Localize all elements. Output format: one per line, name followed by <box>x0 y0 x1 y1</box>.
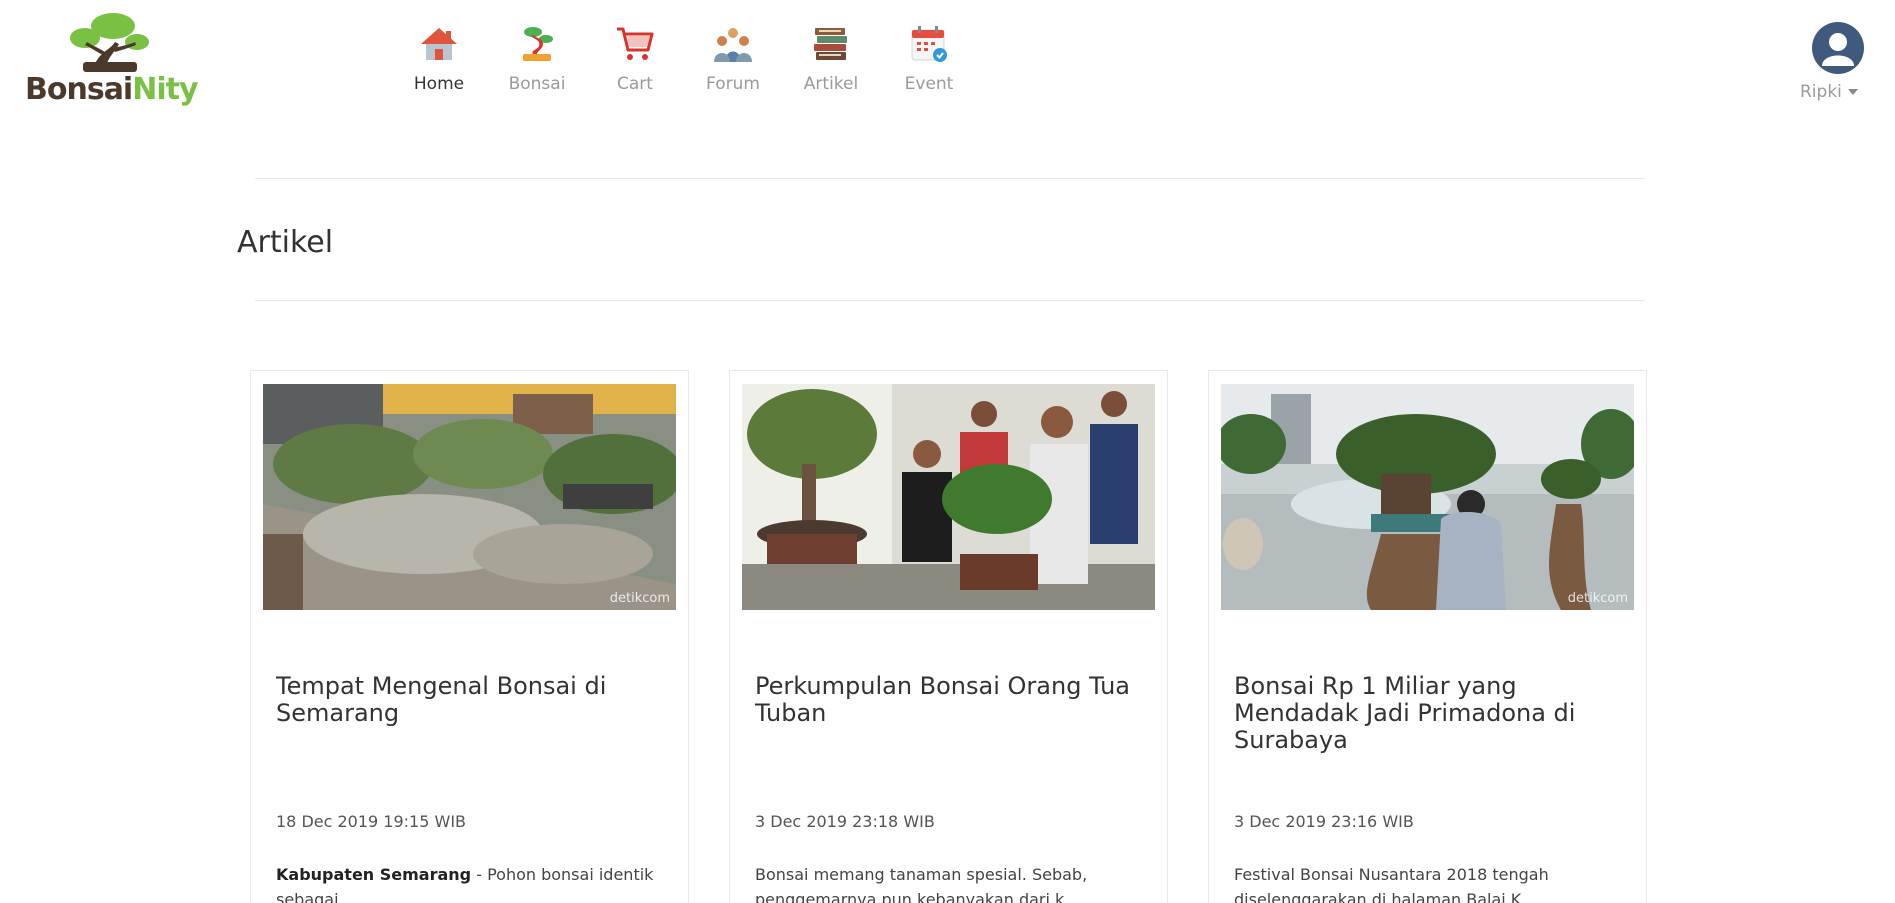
article-date: 3 Dec 2019 23:16 WIB <box>1234 812 1414 831</box>
article-image[interactable] <box>742 384 1155 610</box>
article-excerpt-text: Festival Bonsai Nusantara 2018 tengah di… <box>1234 865 1549 903</box>
divider-bottom <box>255 300 1645 301</box>
article-date: 3 Dec 2019 23:18 WIB <box>755 812 935 831</box>
article-title[interactable]: Tempat Mengenal Bonsai di Semarang <box>276 673 676 727</box>
article-title[interactable]: Bonsai Rp 1 Miliar yang Mendadak Jadi Pr… <box>1234 673 1634 754</box>
article-excerpt: Festival Bonsai Nusantara 2018 tengah di… <box>1234 862 1634 903</box>
house-icon <box>417 22 461 66</box>
nav-label-cart: Cart <box>617 74 653 94</box>
nav-item-event[interactable]: Event <box>880 22 978 102</box>
calendar-icon <box>907 22 951 66</box>
caret-down-icon <box>1847 89 1858 95</box>
article-date: 18 Dec 2019 19:15 WIB <box>276 812 467 831</box>
nav-item-bonsai[interactable]: Bonsai <box>488 22 586 102</box>
people-group-icon <box>711 22 755 66</box>
user-name: Ripki <box>1800 82 1842 102</box>
user-menu[interactable]: Ripki <box>1800 22 1880 112</box>
article-card[interactable]: Perkumpulan Bonsai Orang Tua Tuban 3 Dec… <box>729 370 1168 903</box>
article-image[interactable]: detikcom <box>263 384 676 610</box>
user-name-dropdown: Ripki <box>1800 82 1858 102</box>
brand-logo[interactable]: BonsaiNity <box>25 12 199 108</box>
main-nav: Home Bonsai Cart Forum Artikel Event <box>390 22 978 102</box>
bonsai-tree-icon <box>515 22 559 66</box>
books-icon <box>809 22 853 66</box>
divider-top <box>255 178 1645 179</box>
article-card[interactable]: detikcom Bonsai Rp 1 Miliar yang Mendada… <box>1208 370 1647 903</box>
brand-name: BonsaiNity <box>25 72 199 107</box>
article-excerpt: Kabupaten Semarang - Pohon bonsai identi… <box>276 862 676 903</box>
shopping-cart-icon <box>613 22 657 66</box>
user-avatar-icon <box>1812 22 1864 74</box>
article-card[interactable]: detikcom Tempat Mengenal Bonsai di Semar… <box>250 370 689 903</box>
article-excerpt: Bonsai memang tanaman spesial. Sebab, pe… <box>755 862 1155 903</box>
nav-item-artikel[interactable]: Artikel <box>782 22 880 102</box>
article-image[interactable]: detikcom <box>1221 384 1634 610</box>
nav-item-forum[interactable]: Forum <box>684 22 782 102</box>
article-excerpt-text: Bonsai memang tanaman spesial. Sebab, pe… <box>755 865 1088 903</box>
nav-item-cart[interactable]: Cart <box>586 22 684 102</box>
nav-item-home[interactable]: Home <box>390 22 488 102</box>
article-excerpt-lead: Kabupaten Semarang <box>276 865 472 884</box>
image-watermark: detikcom <box>609 591 670 606</box>
nav-label-bonsai: Bonsai <box>508 74 566 94</box>
bonsai-logo-icon <box>70 13 149 72</box>
nav-label-home: Home <box>413 74 465 94</box>
brand-name-part2: Nity <box>132 72 198 107</box>
nav-label-artikel: Artikel <box>803 74 859 94</box>
article-title[interactable]: Perkumpulan Bonsai Orang Tua Tuban <box>755 673 1155 727</box>
navbar: BonsaiNity Home Bonsai Cart Forum Artike… <box>0 0 1895 120</box>
page-title: Artikel <box>237 225 334 260</box>
brand-name-part1: Bonsai <box>25 72 133 107</box>
nav-label-forum: Forum <box>706 74 760 94</box>
image-watermark: detikcom <box>1567 591 1628 606</box>
nav-label-event: Event <box>904 74 954 94</box>
